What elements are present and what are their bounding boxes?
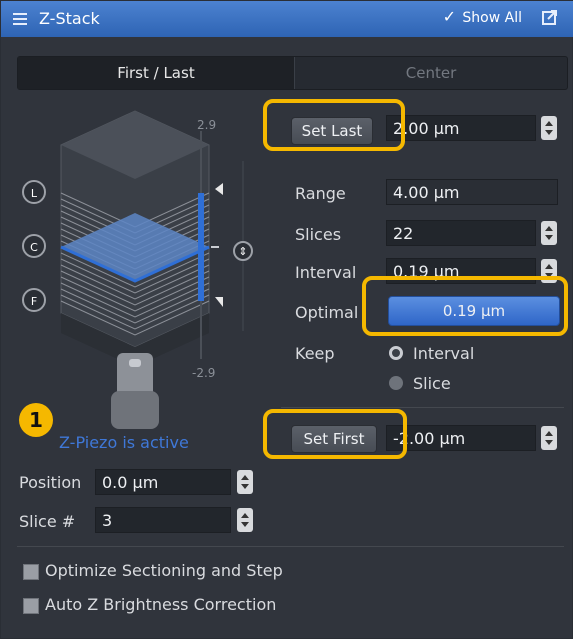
marker-last-button[interactable]: L: [22, 180, 46, 204]
optimal-highlight: [362, 276, 568, 336]
undock-icon[interactable]: [542, 9, 558, 25]
options-divider: [17, 546, 564, 547]
optimize-sectioning-label[interactable]: Optimize Sectioning and Step: [45, 561, 283, 580]
position-label: Position: [19, 473, 82, 492]
keep-slice-radio[interactable]: [389, 376, 403, 390]
marker-center-button[interactable]: C: [22, 234, 46, 258]
auto-z-brightness-label[interactable]: Auto Z Brightness Correction: [45, 595, 276, 614]
z-stack-panel: Z-Stack ✓ Show All First / Last Center 2…: [0, 0, 573, 639]
panel-title: Z-Stack: [39, 9, 100, 28]
slices-input[interactable]: 22: [386, 220, 536, 246]
last-position-stepper[interactable]: [541, 116, 557, 140]
slices-stepper[interactable]: [541, 221, 557, 245]
keep-label: Keep: [295, 344, 335, 363]
range-value: 4.00 µm: [386, 179, 558, 205]
move-up-down-button[interactable]: ⇕: [233, 241, 253, 261]
scale-top-value: 2.9: [197, 118, 217, 132]
tab-center[interactable]: Center: [295, 57, 567, 89]
marker-first-button[interactable]: F: [22, 288, 46, 312]
objective-icon: [111, 353, 159, 429]
first-position-input[interactable]: -2.00 µm: [386, 425, 536, 451]
slices-label: Slices: [295, 225, 342, 244]
title-bar: Z-Stack ✓ Show All: [1, 1, 573, 37]
scale-bottom-value: -2.9: [192, 366, 216, 380]
last-position-input[interactable]: 2.00 µm: [386, 115, 536, 141]
set-last-highlight: [263, 99, 405, 151]
keep-interval-label[interactable]: Interval: [413, 344, 474, 363]
z-piezo-status: Z-Piezo is active: [59, 433, 189, 452]
optimize-sectioning-checkbox[interactable]: [23, 564, 39, 580]
position-input[interactable]: 0.0 µm: [95, 469, 231, 495]
optimal-label: Optimal: [295, 303, 359, 322]
mode-tabs: First / Last Center: [17, 56, 568, 90]
slice-number-label: Slice #: [19, 512, 76, 531]
range-label: Range: [295, 184, 346, 203]
menu-icon[interactable]: [13, 13, 27, 25]
callout-badge: 1: [19, 403, 53, 437]
check-icon[interactable]: ✓: [443, 7, 456, 26]
auto-z-brightness-checkbox[interactable]: [23, 598, 39, 614]
slice-number-input[interactable]: 3: [95, 507, 231, 533]
keep-slice-label[interactable]: Slice: [413, 374, 451, 393]
section-divider: [281, 407, 564, 408]
interval-label: Interval: [295, 263, 357, 282]
keep-interval-radio[interactable]: [389, 346, 403, 360]
slice-number-stepper[interactable]: [237, 508, 253, 532]
show-all-toggle[interactable]: Show All: [462, 10, 522, 26]
set-first-highlight: [263, 409, 407, 459]
position-stepper[interactable]: [237, 470, 253, 494]
first-position-stepper[interactable]: [541, 426, 557, 450]
z-stack-visualization: [60, 110, 244, 429]
tab-first-last[interactable]: First / Last: [18, 57, 295, 89]
